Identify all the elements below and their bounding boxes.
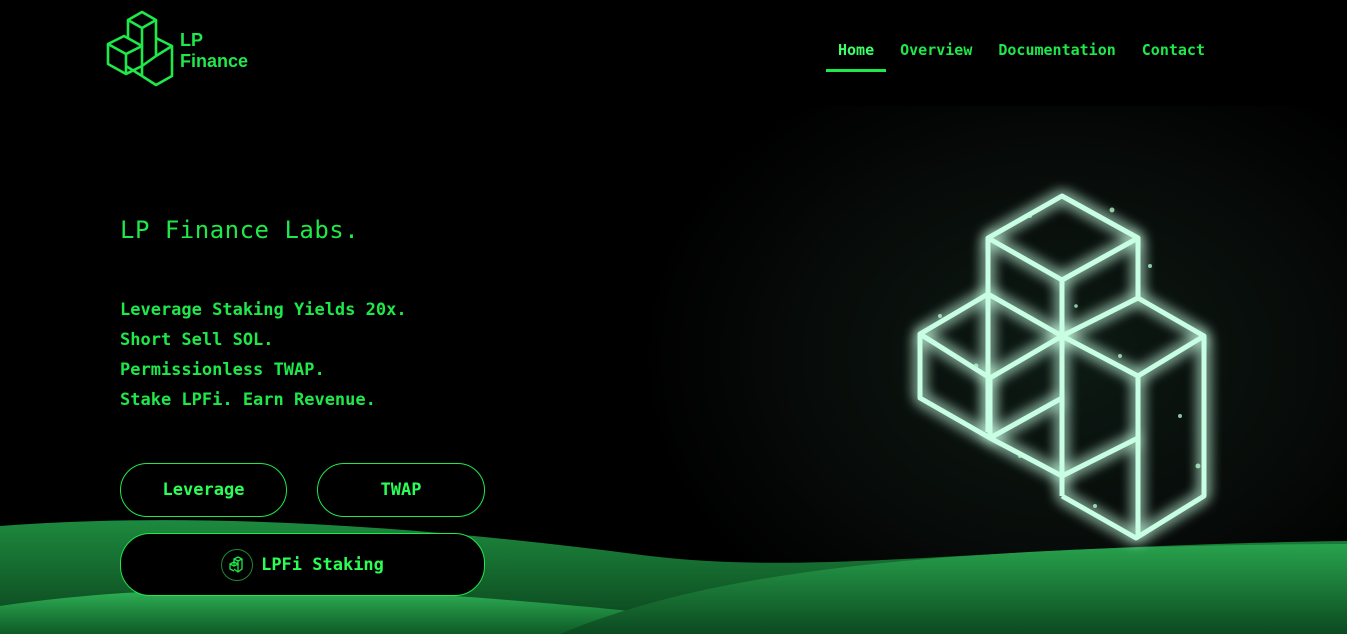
brand-line-2: Finance [180, 51, 249, 71]
stacked-cubes-icon [106, 10, 174, 87]
nav-overview[interactable]: Overview [888, 38, 984, 72]
glowing-cubes-icon [917, 193, 1207, 541]
main-nav: Home Overview Documentation Contact [826, 38, 1219, 72]
twap-button[interactable]: TWAP [317, 463, 485, 517]
tagline-short-sell: Short Sell SOL. [120, 330, 274, 350]
lpfi-cube-icon [221, 548, 254, 581]
twap-button-label: TWAP [380, 480, 422, 500]
top-navigation-bar: LP Finance Home Overview Documentation C… [0, 0, 1347, 106]
hero-title: LP Finance Labs. [120, 216, 360, 244]
lpfi-staking-button[interactable]: LPFi Staking [120, 533, 485, 596]
nav-documentation[interactable]: Documentation [986, 38, 1127, 72]
brand-line-1: LP [180, 30, 204, 50]
leverage-button[interactable]: Leverage [120, 463, 287, 517]
tagline-leverage-staking: Leverage Staking Yields 20x. [120, 300, 407, 320]
brand-name: LP Finance [180, 30, 248, 72]
leverage-button-label: Leverage [162, 480, 245, 500]
brand-logo[interactable]: LP Finance [106, 10, 256, 90]
nav-home[interactable]: Home [826, 38, 887, 72]
tagline-twap: Permissionless TWAP. [120, 360, 325, 380]
lpfi-staking-button-label: LPFi Staking [261, 554, 384, 575]
nav-contact[interactable]: Contact [1130, 38, 1217, 72]
tagline-stake-lpfi: Stake LPFi. Earn Revenue. [120, 390, 376, 410]
